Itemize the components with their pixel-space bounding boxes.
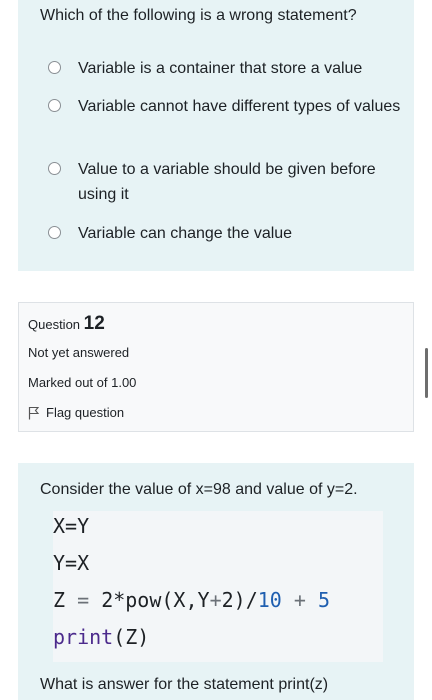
scrollbar-thumb[interactable] xyxy=(425,348,428,398)
radio-button[interactable] xyxy=(48,162,61,175)
code-line-2: Y=X xyxy=(53,551,90,575)
question-followup: What is answer for the statement print(z… xyxy=(40,676,329,693)
question-status: Not yet answered xyxy=(28,345,130,360)
code-token: + xyxy=(293,588,306,612)
code-line-1: X=Y xyxy=(53,514,90,538)
option-2[interactable]: Variable cannot have different types of … xyxy=(48,94,404,119)
radio-button[interactable] xyxy=(48,99,61,112)
flag-icon xyxy=(28,406,40,419)
question-prompt: Consider the value of x=98 and value of … xyxy=(40,481,358,498)
question-text: Which of the following is a wrong statem… xyxy=(40,7,357,24)
code-token: + xyxy=(209,588,222,612)
option-label: Variable cannot have different types of … xyxy=(78,98,401,115)
question-info-box: Question 12 Not yet answered Marked out … xyxy=(18,302,414,432)
code-token: 2*pow(X,Y xyxy=(101,588,210,612)
question-card-prev: Which of the following is a wrong statem… xyxy=(18,0,414,271)
code-token: 10 xyxy=(257,588,282,612)
code-token: Z xyxy=(53,588,66,612)
option-label: Variable is a container that store a val… xyxy=(78,60,363,77)
question-number: 12 xyxy=(83,313,105,334)
flag-question-label: Flag question xyxy=(46,405,125,420)
question-card-12: Consider the value of x=98 and value of … xyxy=(18,463,414,700)
option-1[interactable]: Variable is a container that store a val… xyxy=(48,56,404,81)
question-marks: Marked out of 1.00 xyxy=(28,375,137,390)
question-heading: Question 12 xyxy=(28,313,105,335)
code-token: 2)/ xyxy=(221,588,258,612)
code-line-4: print(Z) xyxy=(53,622,149,652)
option-4[interactable]: Variable can change the value xyxy=(48,221,404,246)
code-token: print xyxy=(53,625,114,649)
radio-button[interactable] xyxy=(48,226,61,239)
option-label: Value to a variable should be given befo… xyxy=(78,161,376,203)
code-token: = xyxy=(77,588,90,612)
option-3[interactable]: Value to a variable should be given befo… xyxy=(48,157,404,207)
code-line-3: Z = 2*pow(X,Y+2)/10 + 5 xyxy=(53,585,330,615)
code-token: (Z) xyxy=(113,625,150,649)
option-label: Variable can change the value xyxy=(78,225,293,242)
radio-button[interactable] xyxy=(48,61,61,74)
code-block: X=Y Y=X Z = 2*pow(X,Y+2)/10 + 5 print(Z) xyxy=(53,511,383,662)
question-label: Question xyxy=(28,317,81,332)
code-token: 5 xyxy=(317,588,331,612)
flag-question-link[interactable]: Flag question xyxy=(28,405,124,420)
